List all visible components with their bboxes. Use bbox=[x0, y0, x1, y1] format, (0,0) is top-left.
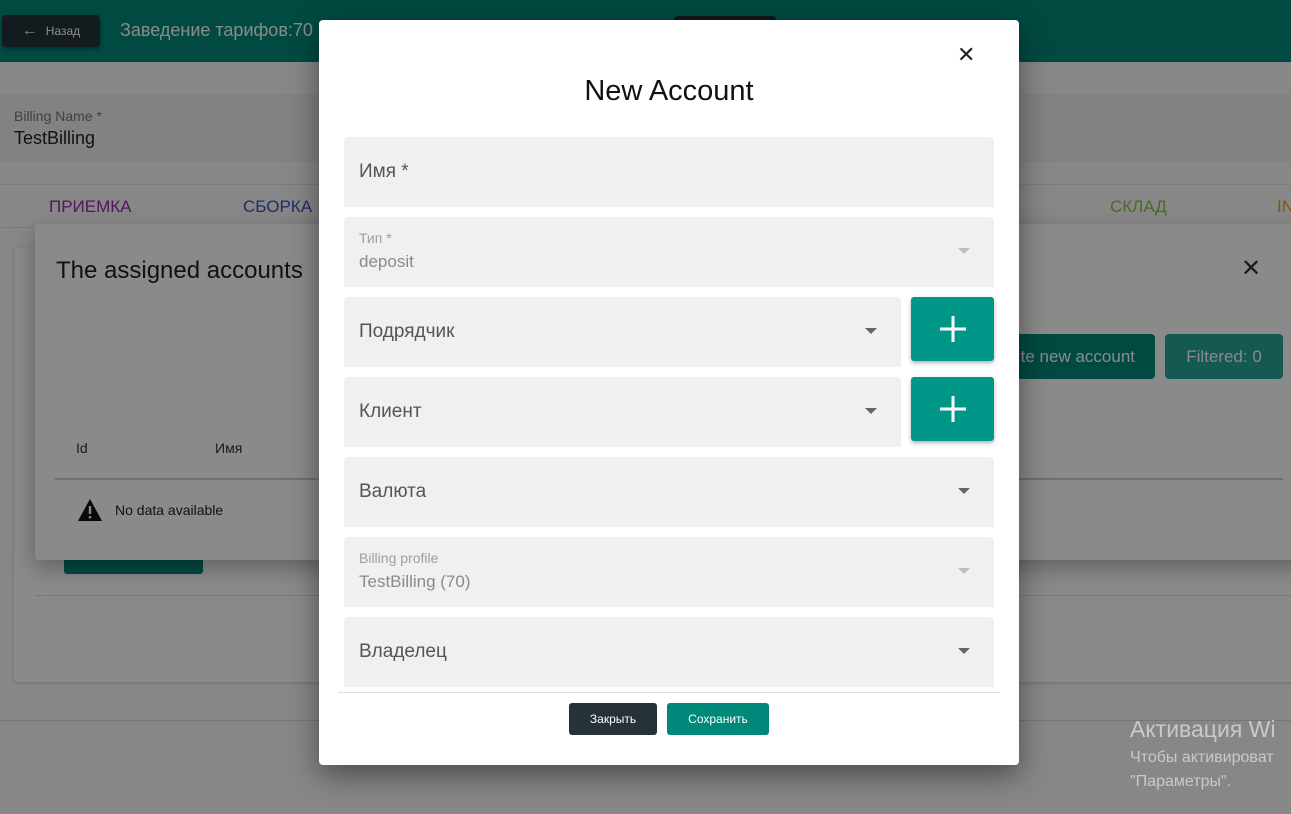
billing-profile-label: Billing profile bbox=[359, 550, 439, 566]
client-select-label: Клиент bbox=[359, 401, 422, 422]
chevron-down-icon bbox=[958, 488, 970, 494]
plus-icon bbox=[939, 396, 966, 422]
contractor-select[interactable]: Подрядчик bbox=[344, 297, 901, 367]
watermark-line-2: "Параметры". bbox=[1130, 773, 1232, 790]
close-icon[interactable]: ✕ bbox=[957, 44, 975, 66]
close-button[interactable]: Закрыть bbox=[569, 703, 657, 735]
add-client-button[interactable] bbox=[911, 377, 994, 441]
watermark-line-1: Чтобы активироват bbox=[1130, 749, 1274, 766]
save-button[interactable]: Сохранить bbox=[667, 703, 769, 735]
currency-select-label: Валюта bbox=[359, 481, 427, 502]
watermark-title: Активация Wi bbox=[1130, 716, 1276, 742]
chevron-down-icon bbox=[865, 328, 877, 334]
chevron-down-icon bbox=[958, 568, 970, 574]
new-account-modal: ✕ New Account Имя * Тип * deposit Подряд… bbox=[319, 20, 1019, 765]
chevron-down-icon bbox=[865, 408, 877, 414]
owner-select-label: Владелец bbox=[359, 641, 447, 662]
owner-select[interactable]: Владелец bbox=[344, 617, 994, 687]
chevron-down-icon bbox=[958, 248, 970, 254]
type-select[interactable]: Тип * deposit bbox=[344, 217, 994, 287]
currency-select[interactable]: Валюта bbox=[344, 457, 994, 527]
name-field-label: Имя * bbox=[359, 161, 409, 182]
billing-profile-value: TestBilling (70) bbox=[359, 572, 471, 591]
type-select-value: deposit bbox=[359, 252, 414, 271]
type-select-label: Тип * bbox=[359, 230, 392, 246]
modal-title: New Account bbox=[584, 75, 754, 107]
contractor-select-label: Подрядчик bbox=[359, 321, 455, 342]
plus-icon bbox=[939, 316, 966, 342]
modal-footer-divider bbox=[338, 692, 1000, 693]
chevron-down-icon bbox=[958, 648, 970, 654]
add-contractor-button[interactable] bbox=[911, 297, 994, 361]
billing-profile-select[interactable]: Billing profile TestBilling (70) bbox=[344, 537, 994, 607]
name-field[interactable]: Имя * bbox=[344, 137, 994, 207]
windows-activation-watermark: Активация Wi Чтобы активироват "Параметр… bbox=[1130, 716, 1275, 791]
client-select[interactable]: Клиент bbox=[344, 377, 901, 447]
